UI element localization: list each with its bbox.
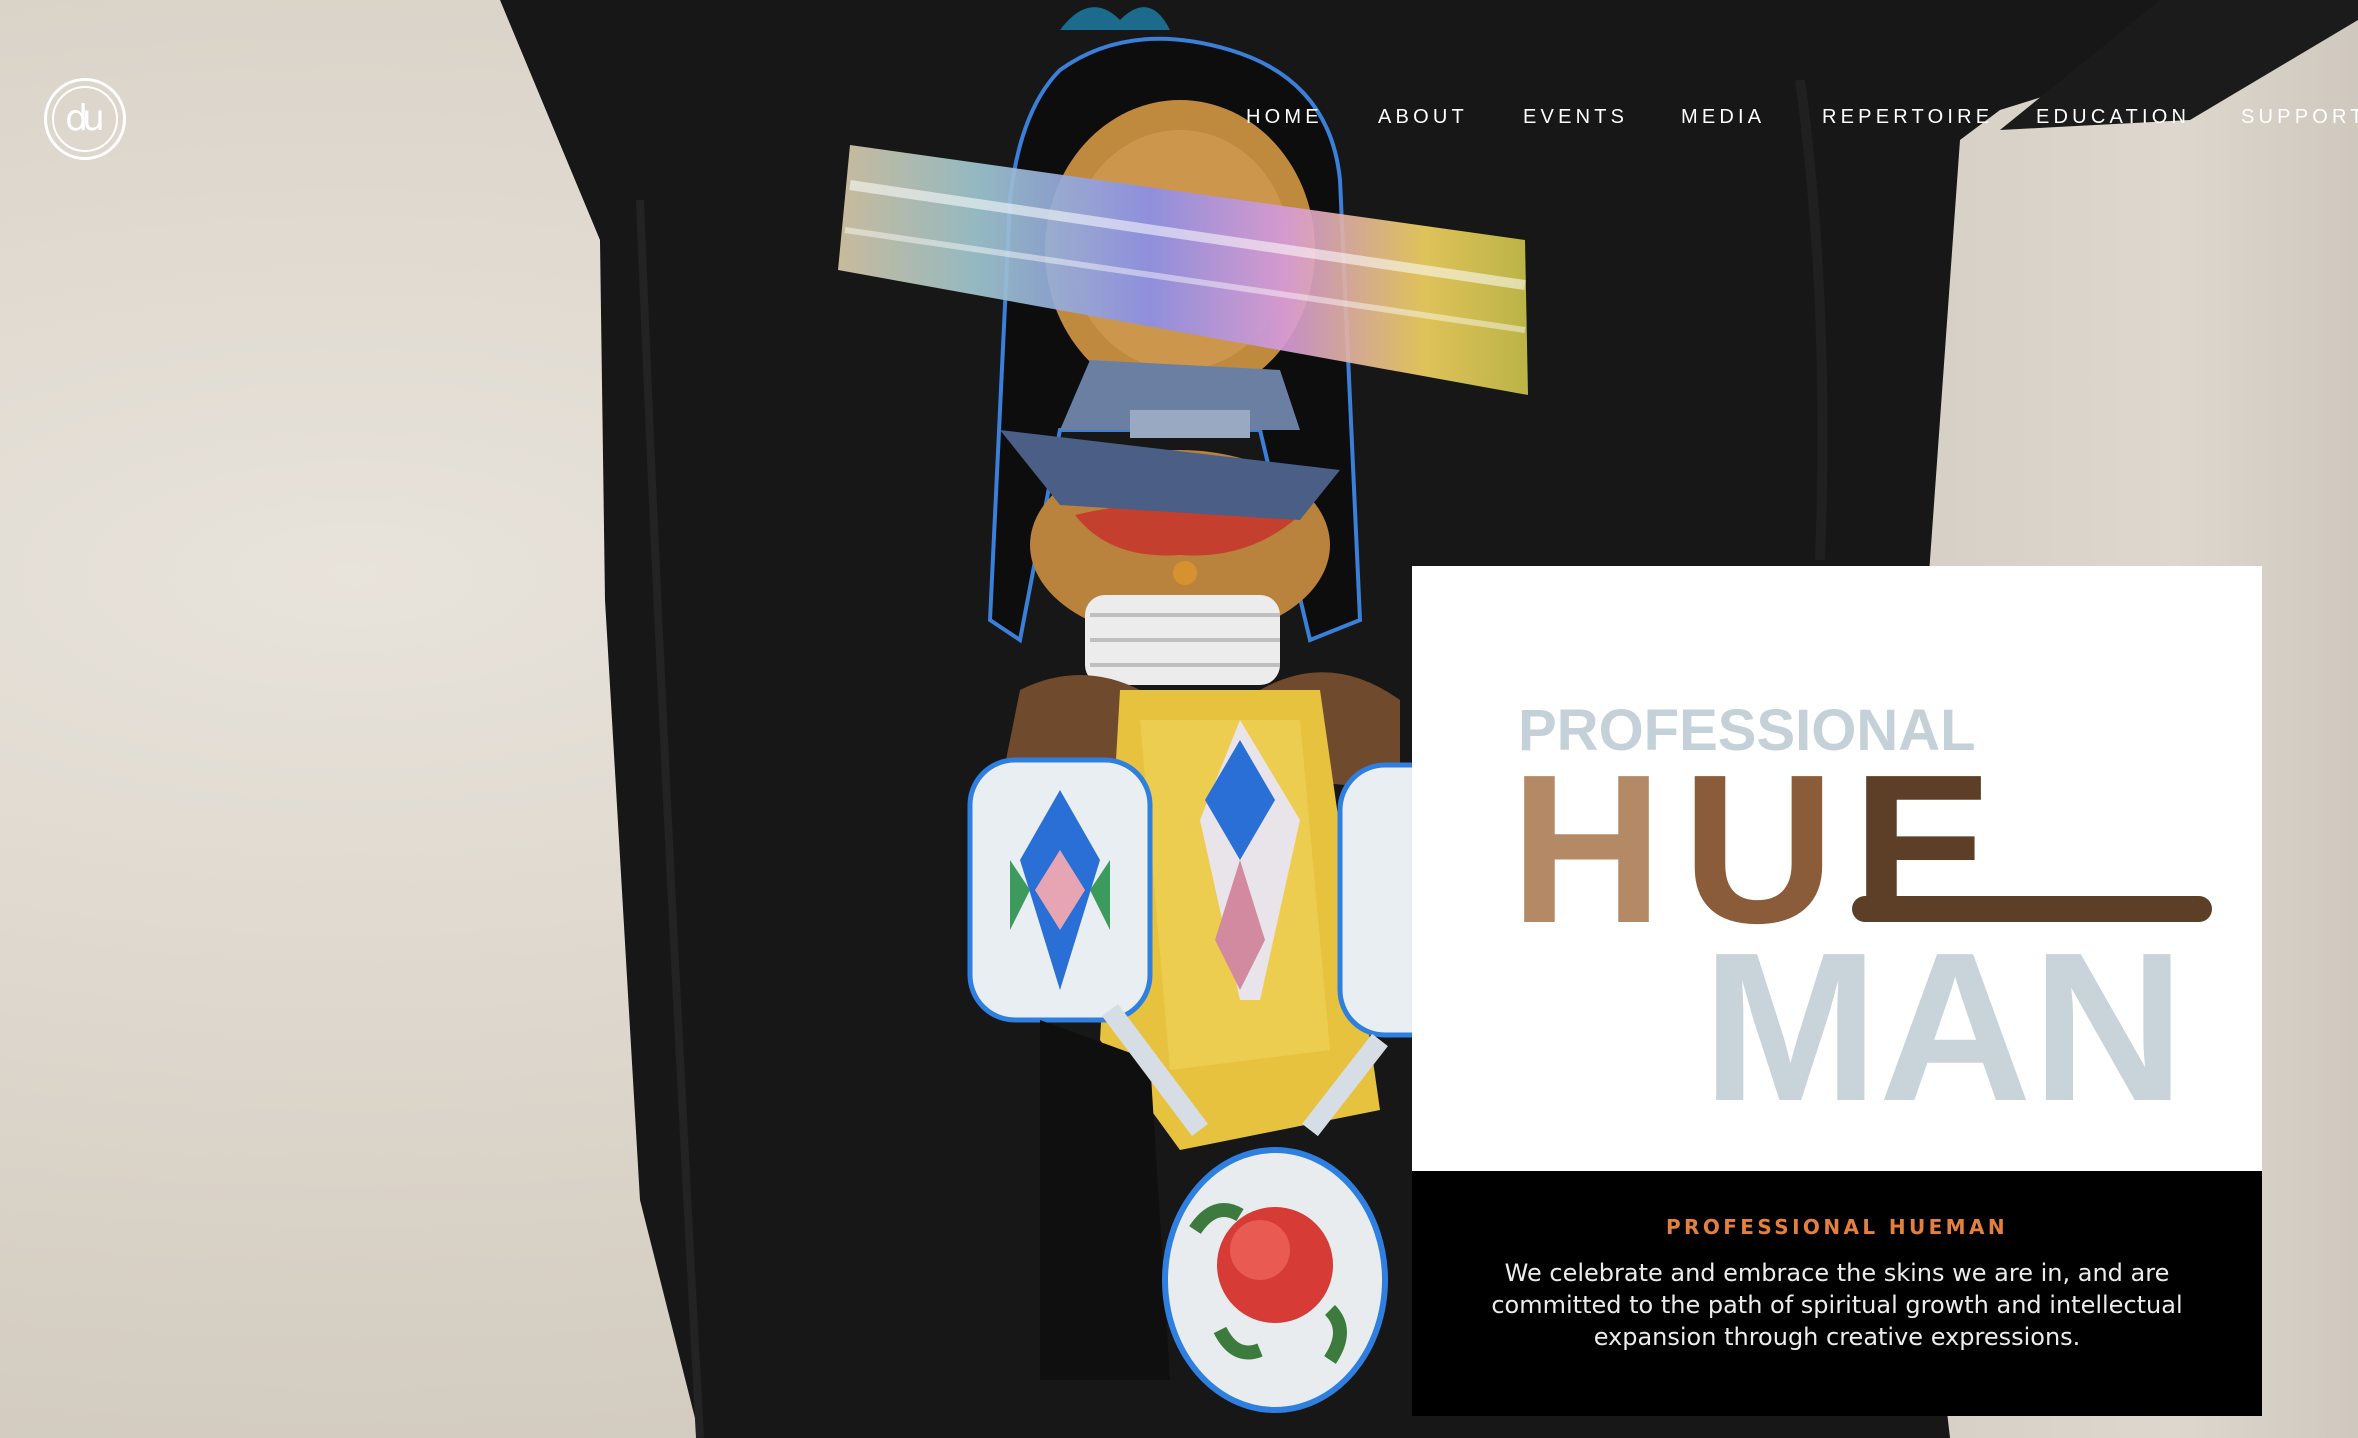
- nav-education[interactable]: EDUCATION: [2036, 106, 2190, 129]
- feature-graphic: PROFESSIONAL H U E MAN: [1412, 566, 2262, 1171]
- wordmark-man: MAN: [1702, 908, 2185, 1145]
- feature-description: We celebrate and embrace the skins we ar…: [1491, 1259, 2183, 1351]
- nav-events[interactable]: EVENTS: [1523, 106, 1628, 129]
- nav-support[interactable]: SUPPORT: [2241, 106, 2358, 129]
- page: du HOME ABOUT EVENTS MEDIA REPERTOIRE ED…: [0, 0, 2358, 1438]
- nav-about[interactable]: ABOUT: [1378, 106, 1468, 129]
- feature-kicker: PROFESSIONAL HUEMAN: [1665, 1215, 2009, 1239]
- logo-monogram-icon: du: [52, 86, 118, 152]
- nav-repertoire[interactable]: REPERTOIRE: [1822, 106, 1993, 129]
- nav-media[interactable]: MEDIA: [1681, 106, 1765, 129]
- professional-hueman-wordmark: PROFESSIONAL H U E MAN: [1510, 698, 2212, 1145]
- feature-caption: PROFESSIONAL HUEMAN We celebrate and emb…: [1412, 1171, 2262, 1416]
- site-logo[interactable]: du: [44, 78, 126, 160]
- feature-card[interactable]: PROFESSIONAL H U E MAN PROFESSIONAL HUEM…: [1412, 566, 2262, 1416]
- wordmark-h: H: [1510, 730, 1663, 967]
- nav-home[interactable]: HOME: [1246, 106, 1323, 129]
